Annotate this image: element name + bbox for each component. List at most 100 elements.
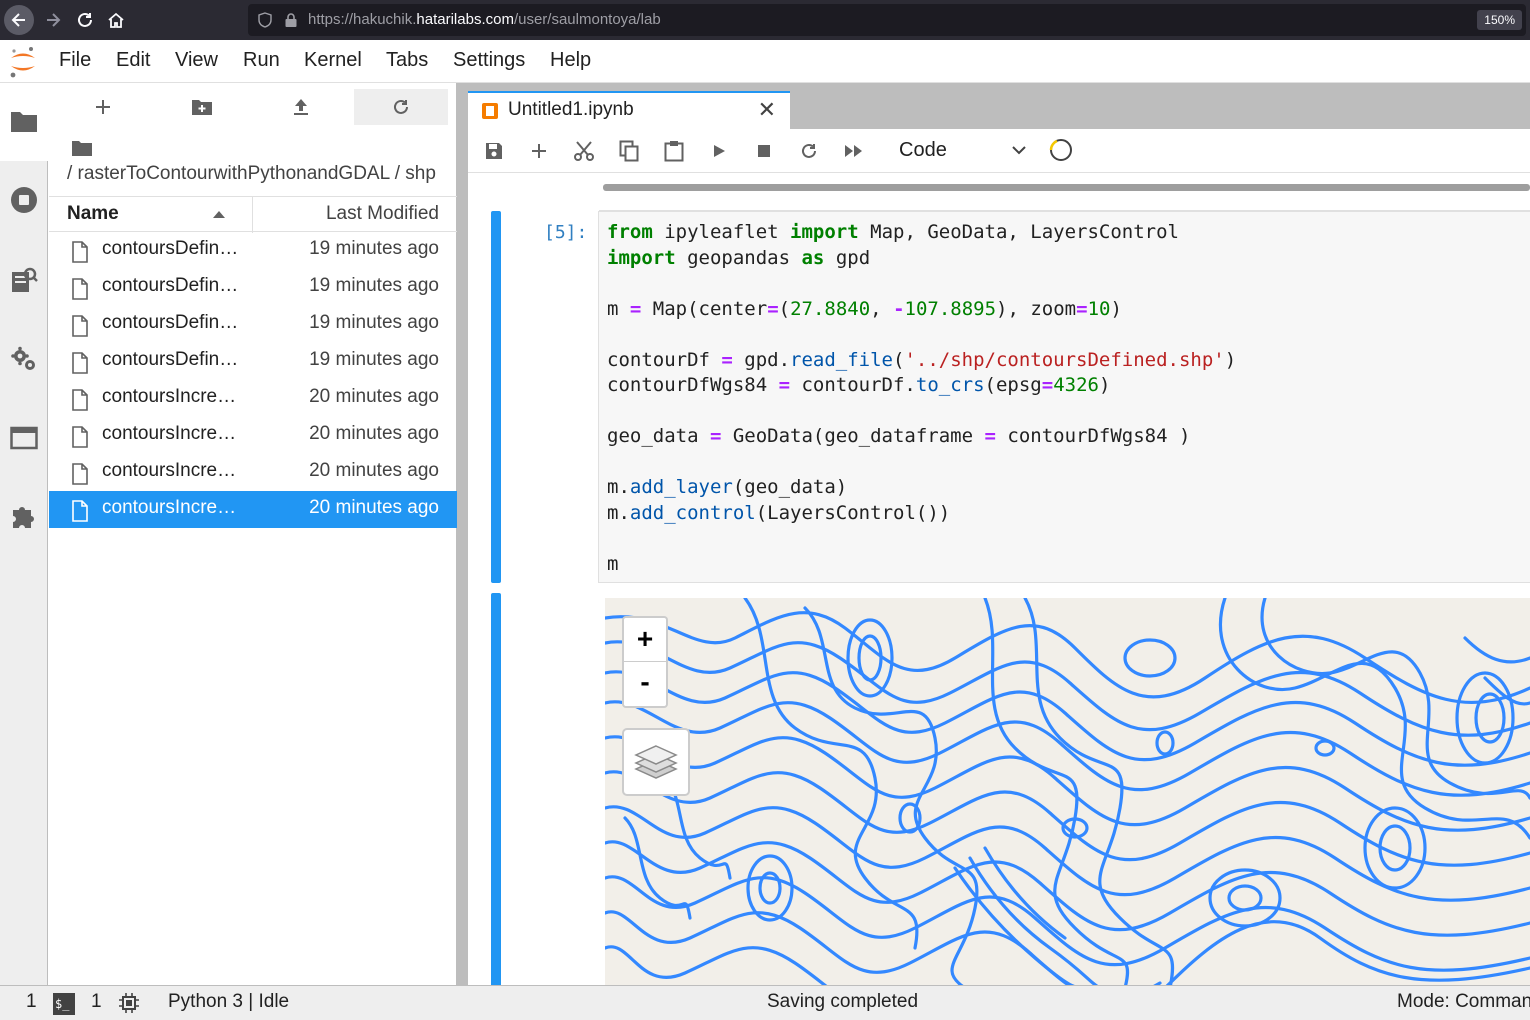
chevron-down-icon	[1012, 146, 1026, 155]
layers-icon	[634, 745, 678, 779]
file-list-item[interactable]: contoursIncre… 20 minutes ago	[49, 380, 457, 417]
file-browser-panel: / rasterToContourwithPythonandGDAL / shp…	[49, 83, 457, 985]
menu-settings[interactable]: Settings	[453, 49, 525, 72]
copy-button[interactable]	[616, 138, 642, 164]
cell-type-value: Code	[899, 139, 947, 161]
tabs-icon	[10, 426, 38, 450]
lock-icon[interactable]	[284, 12, 298, 28]
restart-kernel-button[interactable]	[796, 138, 822, 164]
file-name: contoursDefin…	[102, 238, 239, 259]
running-sessions-tab[interactable]	[8, 184, 40, 216]
paste-button[interactable]	[661, 138, 687, 164]
zoom-in-button[interactable]: +	[624, 618, 666, 662]
save-button[interactable]	[481, 138, 507, 164]
new-folder-button[interactable]	[155, 89, 249, 125]
file-list-item[interactable]: contoursIncre… 20 minutes ago	[49, 454, 457, 491]
column-divider	[252, 197, 253, 233]
insert-cell-button[interactable]	[526, 138, 552, 164]
menu-file[interactable]: File	[59, 49, 91, 72]
column-header-name[interactable]: Name	[67, 203, 119, 225]
menu-tabs[interactable]: Tabs	[386, 49, 428, 72]
menu-run[interactable]: Run	[243, 49, 280, 72]
reload-button[interactable]	[70, 5, 100, 35]
activity-bar	[0, 83, 48, 985]
file-list-item[interactable]: contoursDefin… 19 minutes ago	[49, 306, 457, 343]
reload-icon	[78, 12, 92, 27]
file-modified: 19 minutes ago	[309, 275, 439, 296]
save-icon	[486, 143, 502, 159]
menu-edit[interactable]: Edit	[116, 49, 150, 72]
file-list-header: Name Last Modified	[49, 196, 457, 233]
home-button[interactable]	[101, 5, 131, 35]
zoom-out-button[interactable]: -	[624, 662, 666, 706]
file-icon	[72, 500, 88, 522]
panel-splitter[interactable]	[457, 83, 468, 985]
cell-type-dropdown[interactable]: Code	[899, 138, 1029, 164]
forward-button[interactable]	[38, 5, 68, 35]
new-launcher-button[interactable]	[56, 89, 150, 125]
cut-button[interactable]	[571, 138, 597, 164]
menu-kernel[interactable]: Kernel	[304, 49, 362, 72]
sort-ascending-icon	[213, 211, 225, 218]
leaflet-map[interactable]: + -	[605, 598, 1530, 985]
interrupt-button[interactable]	[751, 138, 777, 164]
upload-icon	[294, 99, 308, 115]
file-list-item[interactable]: contoursDefin… 19 minutes ago	[49, 269, 457, 306]
output-collapser[interactable]	[491, 593, 501, 985]
kernel-status-text[interactable]: Python 3 | Idle	[168, 991, 289, 1013]
notebook-icon	[482, 103, 498, 119]
notebook-mode[interactable]: Mode: Command	[1397, 991, 1530, 1013]
url-text[interactable]: https://hakuchik.hatarilabs.com/user/sau…	[308, 11, 661, 28]
breadcrumb-home-folder-icon[interactable]	[71, 139, 93, 157]
menu-help[interactable]: Help	[550, 49, 591, 72]
terminal-icon[interactable]: $_	[53, 993, 75, 1015]
kernel-count[interactable]: 1	[91, 991, 102, 1013]
file-icon	[72, 315, 88, 337]
file-list-item[interactable]: contoursDefin… 19 minutes ago	[49, 232, 457, 269]
browser-toolbar: https://hakuchik.hatarilabs.com/user/sau…	[0, 0, 1530, 40]
restart-run-all-button[interactable]	[841, 138, 867, 164]
stop-icon	[758, 145, 770, 157]
commands-tab[interactable]	[8, 264, 40, 296]
terminal-count[interactable]: 1	[26, 991, 37, 1013]
active-cell-indicator[interactable]	[491, 211, 501, 583]
file-list-item-selected[interactable]: contoursIncre… 20 minutes ago	[49, 491, 457, 528]
property-inspector-tab[interactable]	[8, 343, 40, 375]
menu-view[interactable]: View	[175, 49, 218, 72]
extension-manager-tab[interactable]	[8, 500, 40, 532]
horizontal-scrollbar[interactable]	[603, 184, 1530, 191]
plus-icon	[532, 144, 546, 158]
notebook-panel[interactable]: [5]: from ipyleaflet import Map, GeoData…	[468, 174, 1530, 985]
run-button[interactable]	[706, 138, 732, 164]
breadcrumb[interactable]: / rasterToContourwithPythonandGDAL / shp	[67, 163, 457, 185]
code-text[interactable]: from ipyleaflet import Map, GeoData, Lay…	[607, 220, 1236, 577]
status-bar: 1 $_ 1 Python 3 | Idle Saving completed …	[0, 985, 1530, 1020]
shield-icon[interactable]	[258, 12, 272, 28]
close-tab-icon[interactable]: ✕	[758, 97, 776, 123]
refresh-file-list-button[interactable]	[354, 89, 448, 125]
file-list-item[interactable]: contoursIncre… 20 minutes ago	[49, 417, 457, 454]
column-header-last-modified[interactable]: Last Modified	[326, 203, 439, 225]
input-prompt: [5]:	[544, 222, 588, 243]
notebook-toolbar: Code	[468, 129, 1530, 173]
file-list-item[interactable]: contoursDefin… 19 minutes ago	[49, 343, 457, 380]
file-browser-tab[interactable]	[8, 105, 40, 137]
file-icon	[72, 278, 88, 300]
file-icon	[72, 241, 88, 263]
file-modified: 20 minutes ago	[309, 460, 439, 481]
url-prefix: https://hakuchik.	[308, 11, 417, 28]
layers-control-button[interactable]	[622, 728, 690, 796]
url-bar[interactable]: https://hakuchik.hatarilabs.com/user/sau…	[248, 4, 1526, 36]
file-name: contoursIncre…	[102, 386, 237, 407]
back-button[interactable]	[4, 5, 34, 35]
file-modified: 20 minutes ago	[309, 423, 439, 444]
upload-button[interactable]	[254, 89, 348, 125]
restart-icon	[802, 143, 816, 158]
notebook-tab[interactable]: Untitled1.ipynb ✕	[468, 91, 790, 129]
zoom-control: + -	[622, 616, 668, 708]
open-tabs-tab[interactable]	[8, 422, 40, 454]
code-cell-editor[interactable]: from ipyleaflet import Map, GeoData, Lay…	[598, 211, 1530, 583]
home-icon	[108, 12, 124, 28]
zoom-level-badge[interactable]: 150%	[1477, 10, 1522, 30]
chip-icon[interactable]	[118, 992, 140, 1014]
